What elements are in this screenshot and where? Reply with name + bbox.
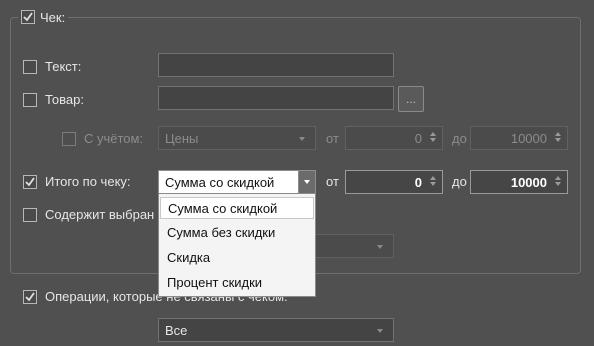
- spin-arrows-icon[interactable]: [553, 132, 563, 142]
- product-filter-input[interactable]: [158, 86, 394, 110]
- unlinked-ops-checkbox[interactable]: [23, 290, 37, 304]
- total-to-label: до: [452, 174, 467, 189]
- chevron-down-icon: [304, 180, 310, 184]
- total-to-value: 10000: [510, 175, 547, 190]
- total-checkbox[interactable]: [23, 175, 37, 189]
- spin-arrows-icon[interactable]: [428, 176, 438, 186]
- total-dropdown-list: Сумма со скидкой Сумма без скидки Скидка…: [158, 193, 316, 297]
- product-filter-label: Товар:: [45, 92, 84, 107]
- consider-to-value: 10000: [510, 131, 547, 146]
- total-from-label: от: [326, 174, 339, 189]
- consider-label: С учётом:: [84, 131, 144, 146]
- check-icon: [25, 292, 35, 302]
- total-from-value: 0: [414, 175, 422, 190]
- consider-from-label: от: [326, 131, 339, 146]
- dropdown-option[interactable]: Скидка: [160, 247, 314, 269]
- total-combo[interactable]: Сумма со скидкой: [158, 170, 316, 194]
- spin-arrows-icon[interactable]: [428, 132, 438, 142]
- consider-from-spinbox[interactable]: 0: [345, 126, 443, 150]
- consider-to-label: до: [452, 131, 467, 146]
- consider-combo[interactable]: Цены: [158, 126, 316, 150]
- text-filter-label: Текст:: [45, 59, 82, 74]
- text-filter-checkbox[interactable]: [23, 60, 37, 74]
- total-to-spinbox[interactable]: 10000: [470, 170, 568, 194]
- contains-selected-label: Содержит выбран: [45, 207, 155, 222]
- chevron-down-icon: [299, 137, 305, 141]
- receipt-group-label: Чек:: [40, 10, 66, 25]
- consider-from-value: 0: [414, 131, 422, 146]
- consider-checkbox[interactable]: [62, 132, 76, 146]
- check-icon: [23, 12, 33, 22]
- product-browse-button[interactable]: ...: [398, 86, 424, 112]
- total-from-spinbox[interactable]: 0: [345, 170, 443, 194]
- total-combo-value: Сумма со скидкой: [165, 175, 275, 190]
- consider-combo-value: Цены: [165, 131, 199, 146]
- text-filter-input[interactable]: [158, 53, 394, 77]
- check-icon: [25, 177, 35, 187]
- unlinked-ops-combo[interactable]: Все: [158, 318, 394, 342]
- contains-selected-checkbox[interactable]: [23, 208, 37, 222]
- receipt-checkbox[interactable]: [21, 10, 35, 24]
- chevron-down-icon: [377, 329, 383, 333]
- dropdown-option[interactable]: Сумма со скидкой: [160, 197, 314, 219]
- dropdown-button[interactable]: [298, 171, 315, 193]
- unlinked-ops-combo-value: Все: [165, 323, 188, 338]
- product-filter-checkbox[interactable]: [23, 93, 37, 107]
- chevron-down-icon: [377, 245, 383, 249]
- consider-to-spinbox[interactable]: 10000: [470, 126, 568, 150]
- total-label: Итого по чеку:: [45, 174, 131, 189]
- spin-arrows-icon[interactable]: [553, 176, 563, 186]
- dropdown-option[interactable]: Сумма без скидки: [160, 222, 314, 244]
- dropdown-option[interactable]: Процент скидки: [160, 272, 314, 294]
